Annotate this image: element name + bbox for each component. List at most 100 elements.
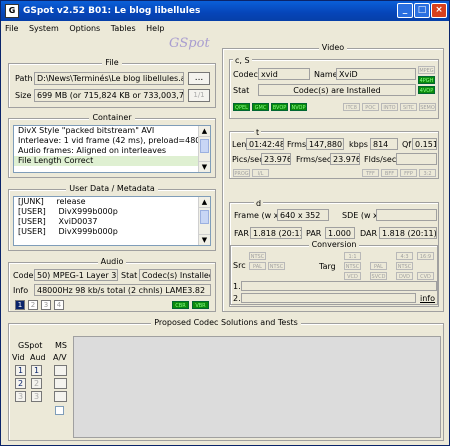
app-icon[interactable]: G bbox=[5, 4, 19, 18]
container-list[interactable]: DivX Style "packed bitstream" AVI Interl… bbox=[13, 125, 211, 173]
audio-stream-2[interactable]: 2 bbox=[28, 300, 38, 310]
targ-flag: NTSC bbox=[396, 262, 413, 270]
userdata-scrollbar[interactable]: ▲ ▼ bbox=[198, 197, 210, 245]
test-aud-1[interactable]: 1 bbox=[31, 365, 42, 376]
scroll-thumb[interactable] bbox=[200, 139, 209, 153]
len-field[interactable]: 01:42:48 bbox=[246, 138, 284, 150]
close-button[interactable]: × bbox=[431, 3, 447, 18]
flag-vbr: VBR bbox=[192, 301, 209, 309]
menu-system[interactable]: System bbox=[25, 21, 63, 37]
container-scrollbar[interactable]: ▲ ▼ bbox=[198, 126, 210, 172]
audio-stream-3[interactable]: 3 bbox=[41, 300, 51, 310]
browse-button[interactable]: ... bbox=[188, 72, 210, 85]
sde-field[interactable] bbox=[376, 209, 437, 221]
audio-info-field[interactable]: 48000Hz 98 kb/s total (2 chnls) LAME3.82 bbox=[34, 284, 211, 296]
targ-flag: DVD bbox=[396, 272, 413, 280]
video-name-field[interactable]: XviD bbox=[336, 68, 416, 80]
proposed-group-title: Proposed Codec Solutions and Tests bbox=[151, 318, 301, 327]
conversion-line-1[interactable] bbox=[241, 281, 437, 291]
src-label: Src bbox=[233, 261, 246, 270]
fms-field[interactable]: 23.976 bbox=[330, 153, 360, 165]
conversion-title: Conversion bbox=[308, 240, 360, 249]
audio-codec-field[interactable]: 50) MPEG-1 Layer 3 bbox=[34, 269, 118, 281]
frms-field[interactable]: 147,880 bbox=[306, 138, 344, 150]
size-field[interactable]: 699 MB (or 715,824 KB or 733,003,776 bbox=[34, 89, 184, 102]
flag-poc: POC bbox=[362, 103, 379, 111]
targ-flag: CVD bbox=[417, 272, 434, 280]
scroll-up-icon[interactable]: ▲ bbox=[199, 126, 210, 137]
kbps-field[interactable]: 814 bbox=[370, 138, 398, 150]
path-label: Path bbox=[15, 74, 33, 83]
video-codec-field[interactable]: xvid bbox=[258, 68, 310, 80]
fms-label: Frms/sec bbox=[296, 155, 332, 164]
dar-field[interactable]: 1.818 (20:11) bbox=[379, 227, 437, 239]
maximize-button[interactable]: □ bbox=[414, 3, 430, 18]
targ-label: Targ bbox=[319, 262, 336, 271]
info-link[interactable]: info bbox=[420, 294, 435, 304]
far-field[interactable]: 1.818 (20:11) bbox=[250, 227, 302, 239]
flds-field[interactable] bbox=[396, 153, 437, 165]
minimize-button[interactable]: _ bbox=[397, 3, 413, 18]
qf-field[interactable]: 0.151 bbox=[412, 138, 437, 150]
video-name-label: Name bbox=[314, 70, 338, 79]
userdata-line: [JUNK] release bbox=[18, 197, 86, 206]
audio-stream-1[interactable]: 1 bbox=[15, 300, 25, 310]
userdata-line: [USER] DivX999b000p bbox=[18, 227, 118, 236]
flag-ffp: FFP bbox=[400, 169, 417, 177]
flag-sitc: SITC bbox=[400, 103, 417, 111]
frame-label: Frame (w x bbox=[234, 211, 279, 220]
flag-semo: SEMO bbox=[419, 103, 436, 111]
userdata-line: [USER] DivX999b000p bbox=[18, 207, 118, 216]
test-vid-3[interactable]: 3 bbox=[15, 391, 26, 402]
flag-32: 3:2 bbox=[419, 169, 436, 177]
ms-test-1[interactable] bbox=[54, 365, 67, 376]
d-label: d bbox=[254, 199, 264, 209]
ms-checkbox[interactable] bbox=[55, 406, 64, 415]
len-label: Len bbox=[232, 140, 247, 149]
scroll-down-icon[interactable]: ▼ bbox=[199, 161, 210, 172]
scroll-up-icon[interactable]: ▲ bbox=[199, 197, 210, 208]
audio-stat-field[interactable]: Codec(s) Installed bbox=[139, 269, 211, 281]
t-label: t bbox=[254, 128, 262, 138]
menu-file[interactable]: File bbox=[1, 21, 22, 37]
flds-label: Flds/sec bbox=[364, 155, 397, 164]
frame-field[interactable]: 640 x 352 bbox=[277, 209, 329, 221]
audio-stream-4[interactable]: 4 bbox=[54, 300, 64, 310]
targ-flag: NTSC bbox=[344, 262, 361, 270]
scroll-thumb[interactable] bbox=[200, 210, 209, 224]
test-vid-2[interactable]: 2 bbox=[15, 378, 26, 389]
file-group-title: File bbox=[102, 58, 122, 67]
proposed-group: Proposed Codec Solutions and Tests GSpot… bbox=[8, 318, 444, 441]
container-line: Interleave: 1 vid frame (42 ms), preload… bbox=[18, 136, 201, 145]
gspot-window: G GSpot v2.52 B01: Le blog libellules _ … bbox=[0, 0, 450, 446]
ms-test-3[interactable] bbox=[54, 391, 67, 402]
line-1-label: 1. bbox=[233, 282, 241, 291]
flag-bff: BFF bbox=[381, 169, 398, 177]
conversion-line-2[interactable] bbox=[241, 293, 416, 303]
menu-options[interactable]: Options bbox=[65, 21, 104, 37]
test-aud-3[interactable]: 3 bbox=[31, 391, 42, 402]
par-label: PAR bbox=[306, 229, 322, 238]
ms-test-2[interactable] bbox=[54, 378, 67, 389]
split-button[interactable]: 1/1 bbox=[188, 89, 210, 102]
audio-group-title: Audio bbox=[97, 257, 127, 266]
flag-nvop: NVOP bbox=[290, 103, 307, 111]
test-aud-2[interactable]: 2 bbox=[31, 378, 42, 389]
video-dimensions-subgroup: d Frame (w x 640 x 352 SDE (w x FAR 1.81… bbox=[229, 199, 439, 307]
userdata-list[interactable]: [JUNK] release [USER] DivX999b000p [USER… bbox=[13, 196, 211, 246]
video-codec-subgroup: c, S Codec xvid Name XviD MPEG 4PGH 4VOP… bbox=[229, 56, 439, 119]
cs-label: c, S bbox=[233, 56, 252, 66]
video-stat-field[interactable]: Codec(s) are Installed bbox=[258, 84, 416, 96]
flag-bvop: BVOP bbox=[271, 103, 288, 111]
conversion-subgroup: Conversion Src NTSC PAL NTSC Targ 1:1 4:… bbox=[230, 240, 438, 305]
flag-4pgh: 4PGH bbox=[418, 76, 435, 84]
audio-info-label: Info bbox=[13, 286, 29, 295]
menu-help[interactable]: Help bbox=[142, 21, 168, 37]
path-field[interactable]: D:\News\Terminés\Le blog libellules.avi bbox=[34, 72, 184, 85]
menu-tables[interactable]: Tables bbox=[107, 21, 140, 37]
pics-field[interactable]: 23.976 bbox=[261, 153, 291, 165]
video-group-title: Video bbox=[318, 43, 348, 52]
par-field[interactable]: 1.000 bbox=[325, 227, 355, 239]
test-vid-1[interactable]: 1 bbox=[15, 365, 26, 376]
scroll-down-icon[interactable]: ▼ bbox=[199, 234, 210, 245]
